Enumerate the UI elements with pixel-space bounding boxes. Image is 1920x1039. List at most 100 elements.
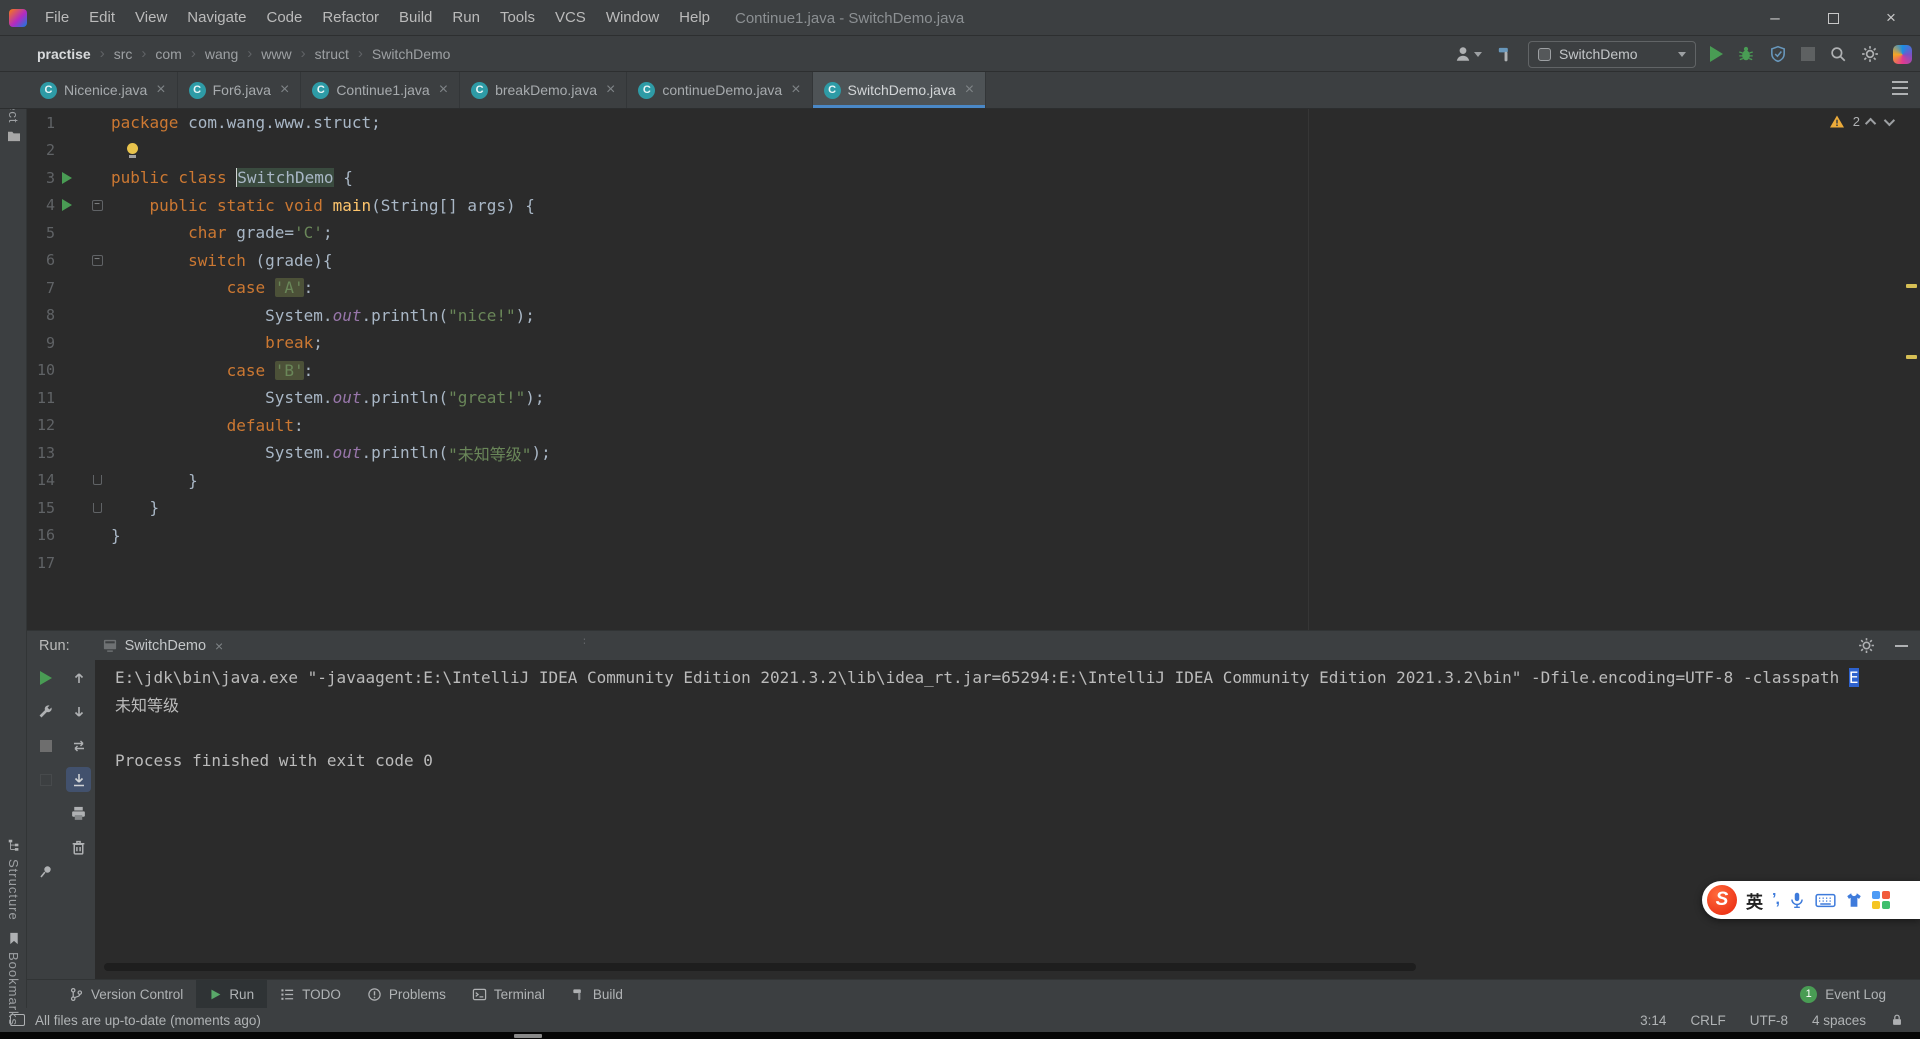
breadcrumb-item[interactable]: www [261, 46, 291, 62]
console-output[interactable]: E:\jdk\bin\java.exe "-javaagent:E:\Intel… [95, 660, 1920, 979]
tab-terminal[interactable]: Terminal [459, 980, 558, 1008]
inspections-widget[interactable]: 2 [1829, 114, 1896, 129]
horizontal-scrollbar[interactable] [104, 963, 1416, 971]
tab-todo[interactable]: TODO [267, 980, 354, 1008]
close-button[interactable]: × [1862, 0, 1920, 36]
breadcrumb-item[interactable]: struct [315, 46, 349, 62]
code-line: 11 System. out .println("great!"); [27, 384, 1920, 412]
code-line: 17 [27, 549, 1920, 577]
indent-setting[interactable]: 4 spaces [1812, 1013, 1866, 1028]
search-everywhere-button[interactable] [1829, 45, 1847, 63]
sidebar-item-bookmarks[interactable]: Bookmarks [0, 932, 27, 1026]
caret-position[interactable]: 3:14 [1640, 1013, 1666, 1028]
close-tab-icon[interactable]: × [606, 82, 615, 98]
prev-warning-icon[interactable] [1864, 117, 1877, 129]
lock-icon[interactable] [1890, 1013, 1904, 1027]
down-stack-trace-button[interactable] [66, 699, 91, 724]
close-tab-icon[interactable]: × [280, 82, 289, 98]
close-tab-icon[interactable]: × [439, 82, 448, 98]
breadcrumb-item[interactable]: SwitchDemo [372, 46, 451, 62]
breadcrumb-item[interactable]: com [155, 46, 181, 62]
ime-floating-icon[interactable] [1893, 44, 1912, 64]
menu-vcs[interactable]: VCS [545, 0, 596, 35]
navigation-bar: practise › src › com › wang › www › struct › SwitchD… [0, 36, 1920, 72]
editor[interactable]: 1 package com.wang.www.struct; 2 3 public cl… [27, 109, 1920, 630]
run-button[interactable] [1710, 46, 1723, 62]
menu-window[interactable]: Window [596, 0, 669, 35]
close-tab-icon[interactable]: × [965, 82, 974, 98]
sogou-logo-icon[interactable]: S [1707, 885, 1737, 915]
ime-toolbox-icon[interactable] [1871, 891, 1890, 909]
breadcrumb-item[interactable]: wang [205, 46, 238, 62]
menu-view[interactable]: View [125, 0, 177, 35]
run-with-coverage-button[interactable] [1769, 45, 1787, 63]
close-tab-icon[interactable]: × [215, 639, 223, 653]
splitter-handle[interactable]: ∶ [583, 635, 588, 648]
menu-run[interactable]: Run [442, 0, 490, 35]
pin-tab-button[interactable] [33, 859, 58, 884]
tab-list-menu-icon[interactable] [1892, 81, 1908, 95]
menu-navigate[interactable]: Navigate [177, 0, 256, 35]
tool-window-bar: Project Structure Bookmarks [0, 72, 27, 1026]
intention-bulb-icon[interactable] [127, 142, 138, 158]
skin-shirt-icon[interactable] [1845, 891, 1863, 909]
maximize-button[interactable] [1804, 0, 1862, 36]
editor-tab-bar: C Nicenice.java × C For6.java × C Continue1.jav… [0, 72, 1920, 109]
menu-edit[interactable]: Edit [79, 0, 125, 35]
run-line-icon[interactable] [62, 199, 72, 212]
tab-version-control[interactable]: Version Control [56, 980, 196, 1008]
ime-punctuation-toggle[interactable]: ’, [1772, 891, 1780, 909]
tab-problems[interactable]: Problems [354, 980, 459, 1008]
close-tab-icon[interactable]: × [791, 82, 800, 98]
stop-process-button[interactable] [33, 733, 58, 758]
event-log-button[interactable]: 1 Event Log [1800, 985, 1886, 1003]
scroll-to-end-button[interactable] [66, 767, 91, 792]
menu-refactor[interactable]: Refactor [312, 0, 389, 35]
editor-tab[interactable]: C Continue1.java × [301, 72, 461, 108]
soft-wrap-button[interactable] [66, 733, 91, 758]
run-console-tab[interactable]: SwitchDemo × [94, 636, 232, 656]
menu-code[interactable]: Code [256, 0, 312, 35]
clear-console-button[interactable] [66, 835, 91, 860]
editor-tab[interactable]: CcontinueDemo.java × [627, 72, 813, 108]
run-configuration-select[interactable]: SwitchDemo [1528, 40, 1696, 68]
sidebar-item-structure[interactable]: Structure [0, 838, 27, 921]
menu-build[interactable]: Build [389, 0, 442, 35]
class-icon: C [823, 81, 841, 99]
build-project-button[interactable] [1496, 45, 1514, 63]
run-line-icon[interactable] [62, 171, 72, 184]
stop-button[interactable] [1801, 47, 1815, 61]
editor-tab[interactable]: CbreakDemo.java × [460, 72, 628, 108]
breadcrumb-item[interactable]: src [114, 46, 133, 62]
fold-end-icon[interactable] [92, 475, 102, 486]
close-tab-icon[interactable]: × [156, 82, 165, 98]
editor-tab[interactable]: C Nicenice.java × [29, 72, 178, 108]
fold-icon[interactable]: − [91, 254, 103, 266]
tab-run[interactable]: Run [196, 980, 268, 1008]
hide-panel-icon[interactable] [1895, 644, 1908, 647]
user-account-button[interactable] [1454, 45, 1482, 63]
file-encoding[interactable]: UTF-8 [1750, 1013, 1788, 1028]
ime-language-toggle[interactable]: 英 [1746, 888, 1763, 913]
menu-tools[interactable]: Tools [490, 0, 545, 35]
fold-end-icon[interactable] [92, 502, 102, 513]
fold-icon[interactable]: − [91, 199, 103, 211]
menu-help[interactable]: Help [669, 0, 720, 35]
keyboard-icon[interactable] [1815, 892, 1836, 909]
modify-run-configuration-button[interactable] [33, 699, 58, 724]
up-stack-trace-button[interactable] [66, 665, 91, 690]
debug-button[interactable] [1737, 45, 1755, 63]
line-separator[interactable]: CRLF [1690, 1013, 1725, 1028]
editor-tab[interactable]: C For6.java × [178, 72, 302, 108]
tab-build[interactable]: Build [558, 980, 636, 1008]
minimize-button[interactable]: – [1746, 0, 1804, 36]
gear-icon[interactable] [1858, 637, 1875, 654]
microphone-icon[interactable] [1788, 891, 1806, 909]
print-button[interactable] [66, 801, 91, 826]
editor-tab[interactable]: C SwitchDemo.java × [812, 72, 987, 108]
menu-file[interactable]: File [35, 0, 79, 35]
rerun-button[interactable] [33, 665, 58, 690]
settings-button[interactable] [1861, 45, 1879, 63]
breadcrumb-item[interactable]: practise [37, 46, 91, 62]
code-line: 7 case 'A': [27, 274, 1920, 302]
